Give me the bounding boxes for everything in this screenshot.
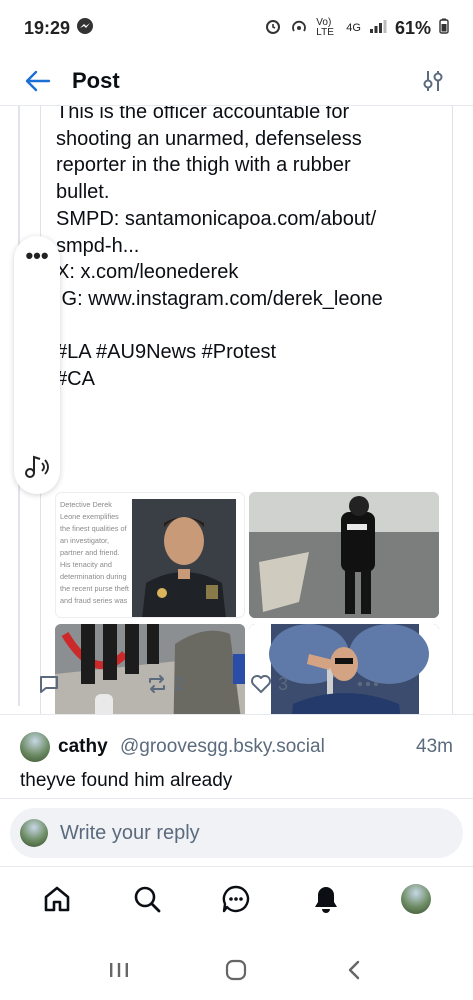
top-app-bar: Post: [0, 56, 473, 106]
media-police-street-image[interactable]: [249, 492, 439, 618]
back-button[interactable]: [18, 61, 58, 101]
reply-compose-field[interactable]: Write your reply: [10, 808, 463, 858]
recent-apps-button[interactable]: [99, 950, 139, 990]
music-note-icon: [25, 455, 49, 478]
like-button[interactable]: 3: [250, 674, 288, 695]
tab-search[interactable]: [123, 875, 171, 923]
status-time: 19:29: [24, 17, 71, 38]
bottom-tab-bar: [0, 866, 473, 930]
alarm-icon: [264, 17, 282, 39]
reply-button[interactable]: [38, 673, 66, 695]
signal-icon: [369, 18, 387, 38]
battery-icon: [439, 18, 449, 38]
divider: [0, 798, 473, 799]
quote-line: This is the officer accountable for: [56, 106, 350, 123]
reply-post[interactable]: cathy @groovesgg.bsky.social 43m theyve …: [0, 726, 473, 798]
media-detective-image[interactable]: Detective Derek Leone exemplifies the fi…: [55, 492, 245, 618]
compose-placeholder: Write your reply: [60, 821, 200, 844]
thread-options-button[interactable]: [415, 63, 451, 99]
hotspot-icon: [290, 17, 308, 39]
avatar: [20, 819, 48, 847]
officer-portrait: [132, 499, 236, 617]
sound-assistant-button[interactable]: [18, 448, 56, 486]
home-icon: [44, 886, 70, 911]
media-caption: Detective Derek Leone exemplifies the fi…: [60, 500, 129, 605]
tab-home[interactable]: [33, 875, 81, 923]
quote-line: shooting an unarmed, defenseless: [56, 127, 362, 150]
thread-feed: This is the officer accountable for shoo…: [0, 106, 473, 714]
quote-hashtag-line[interactable]: #LA #AU9News #Protest: [56, 339, 446, 366]
tab-notifications[interactable]: [302, 875, 350, 923]
quote-line: reporter in the thigh with a rubber: [56, 154, 351, 177]
quote-line: [56, 313, 446, 340]
chevron-left-icon: [348, 960, 360, 980]
repost-button[interactable]: 2: [146, 673, 184, 695]
quoted-post-card[interactable]: This is the officer accountable for shoo…: [40, 106, 453, 714]
repost-count: 2: [174, 673, 185, 694]
home-circle-icon: [226, 959, 247, 981]
home-nav-button[interactable]: [216, 950, 256, 990]
back-nav-button[interactable]: [334, 950, 374, 990]
quote-hashtag-line[interactable]: #CA: [56, 366, 446, 393]
system-navigation-bar: [0, 940, 473, 1000]
volte-label: Vo) LTE: [316, 17, 334, 38]
quote-link-line[interactable]: SMPD: santamonicapoa.com/about/: [56, 206, 446, 233]
quote-line: bullet.: [56, 181, 110, 204]
quote-link-line[interactable]: IG: www.instagram.com/derek_leone: [56, 286, 446, 313]
bell-icon: [315, 886, 338, 913]
reply-author-handle[interactable]: @groovesgg.bsky.social: [120, 736, 325, 758]
quote-link-line[interactable]: smpd-h...: [56, 233, 446, 260]
search-icon: [134, 886, 161, 912]
reply-text: theyve found him already: [20, 770, 233, 791]
avatar[interactable]: [20, 732, 50, 762]
network-type: 4G: [346, 22, 361, 34]
comment-icon: [40, 676, 58, 693]
repost-icon: [149, 675, 165, 693]
avatar: [401, 883, 432, 914]
recent-apps-icon: [109, 963, 128, 977]
more-options-button[interactable]: [356, 680, 380, 688]
post-actions: 2 3: [38, 664, 418, 704]
messenger-icon: [76, 17, 94, 40]
battery-percent: 61%: [394, 17, 431, 38]
tab-profile[interactable]: [392, 875, 440, 923]
more-dots-icon[interactable]: •••: [14, 245, 60, 267]
reply-timestamp: 43m: [416, 736, 453, 757]
quote-link-line[interactable]: X: x.com/leonederek: [56, 259, 446, 286]
page-title: Post: [72, 67, 120, 93]
ellipsis-icon: [357, 681, 379, 687]
tab-chat[interactable]: [212, 875, 260, 923]
like-count: 3: [278, 673, 289, 694]
status-bar: 19:29 Vo) LTE 4G 61%: [0, 0, 473, 56]
edge-panel-handle[interactable]: •••: [14, 236, 60, 494]
divider: [0, 714, 473, 715]
sliders-icon: [423, 70, 443, 91]
heart-icon: [251, 675, 271, 693]
chat-bubble-icon: [223, 885, 250, 912]
quoted-post-text: This is the officer accountable for shoo…: [56, 106, 446, 393]
reply-author-name[interactable]: cathy: [58, 736, 108, 758]
arrow-left-icon: [25, 70, 51, 91]
